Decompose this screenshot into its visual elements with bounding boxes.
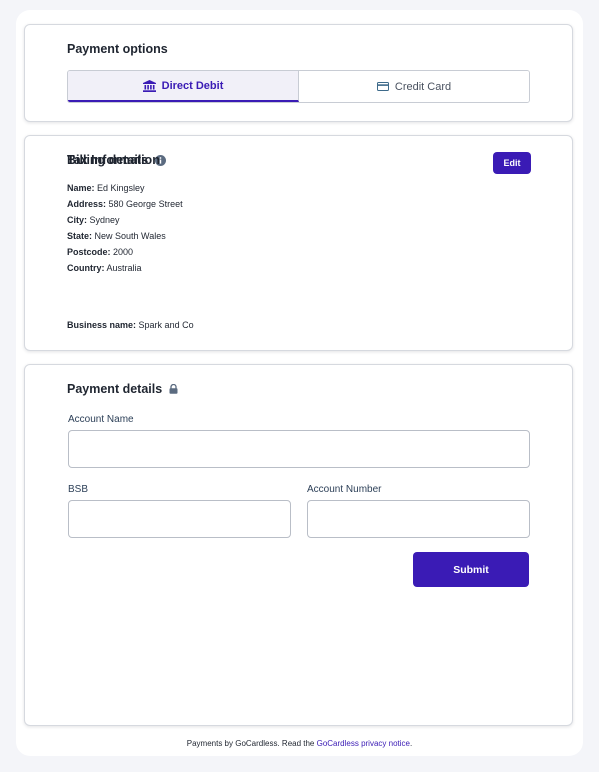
tab-direct-debit-label: Direct Debit [161, 79, 224, 92]
billing-postcode-key: Postcode: [67, 247, 111, 257]
billing-country-key: Country: [67, 263, 105, 273]
billing-address-row: Address: 580 George Street [67, 199, 183, 209]
account-number-label: Account Number [307, 484, 382, 495]
billing-state-row: State: New South Wales [67, 231, 166, 241]
billing-name-row: Name: Ed Kingsley [67, 183, 145, 193]
billing-state-key: State: [67, 231, 93, 241]
tab-credit-card[interactable]: Credit Card [299, 71, 529, 102]
payment-details-header: Payment details [67, 382, 178, 396]
account-name-label: Account Name [68, 414, 134, 425]
privacy-notice-link[interactable]: GoCardless privacy notice [317, 739, 410, 748]
billing-postcode-row: Postcode: 2000 [67, 247, 133, 257]
bank-icon [142, 79, 156, 92]
billing-postcode-value: 2000 [113, 247, 134, 257]
billing-state-value: New South Wales [94, 231, 166, 241]
billing-city-key: City: [67, 215, 87, 225]
bsb-label: BSB [68, 484, 89, 495]
bsb-input[interactable] [68, 500, 291, 538]
credit-card-icon [376, 82, 389, 91]
billing-address-value: 580 George Street [108, 199, 183, 209]
tax-information-title: Tax Information [67, 153, 160, 167]
tab-direct-debit[interactable]: Direct Debit [68, 71, 299, 102]
submit-button[interactable]: Submit [413, 552, 529, 587]
billing-name-value: Ed Kingsley [97, 183, 145, 193]
payment-details-title: Payment details [67, 382, 163, 396]
payment-method-tabs: Direct Debit Credit Card [67, 70, 530, 103]
footer: Payments by GoCardless. Read the GoCardl… [0, 739, 599, 748]
billing-city-value: Sydney [89, 215, 120, 225]
footer-text: Payments by GoCardless. Read the [186, 739, 317, 748]
payment-options-card: Payment options Direct Debit Credit Card [24, 24, 573, 122]
billing-country-row: Country: Australia [67, 263, 142, 273]
billing-details-card: Billing details Edit Name: Ed Kingsley A… [24, 135, 573, 351]
edit-billing-button[interactable]: Edit [493, 152, 531, 174]
account-name-input[interactable] [68, 430, 530, 468]
lock-icon [169, 384, 178, 394]
tab-credit-card-label: Credit Card [394, 80, 452, 93]
billing-address-key: Address: [67, 199, 107, 209]
billing-name-key: Name: [67, 183, 95, 193]
billing-city-row: City: Sydney [67, 215, 120, 225]
business-name-key: Business name: [67, 320, 137, 330]
business-name-value: Spark and Co [138, 320, 194, 330]
footer-suffix: . [409, 739, 413, 748]
account-number-input[interactable] [307, 500, 530, 538]
billing-country-value: Australia [106, 263, 142, 273]
payment-options-title: Payment options [67, 42, 168, 56]
payment-details-card: Payment details Account Name BSB Account… [24, 364, 573, 726]
business-name-row: Business name: Spark and Co [67, 320, 194, 330]
